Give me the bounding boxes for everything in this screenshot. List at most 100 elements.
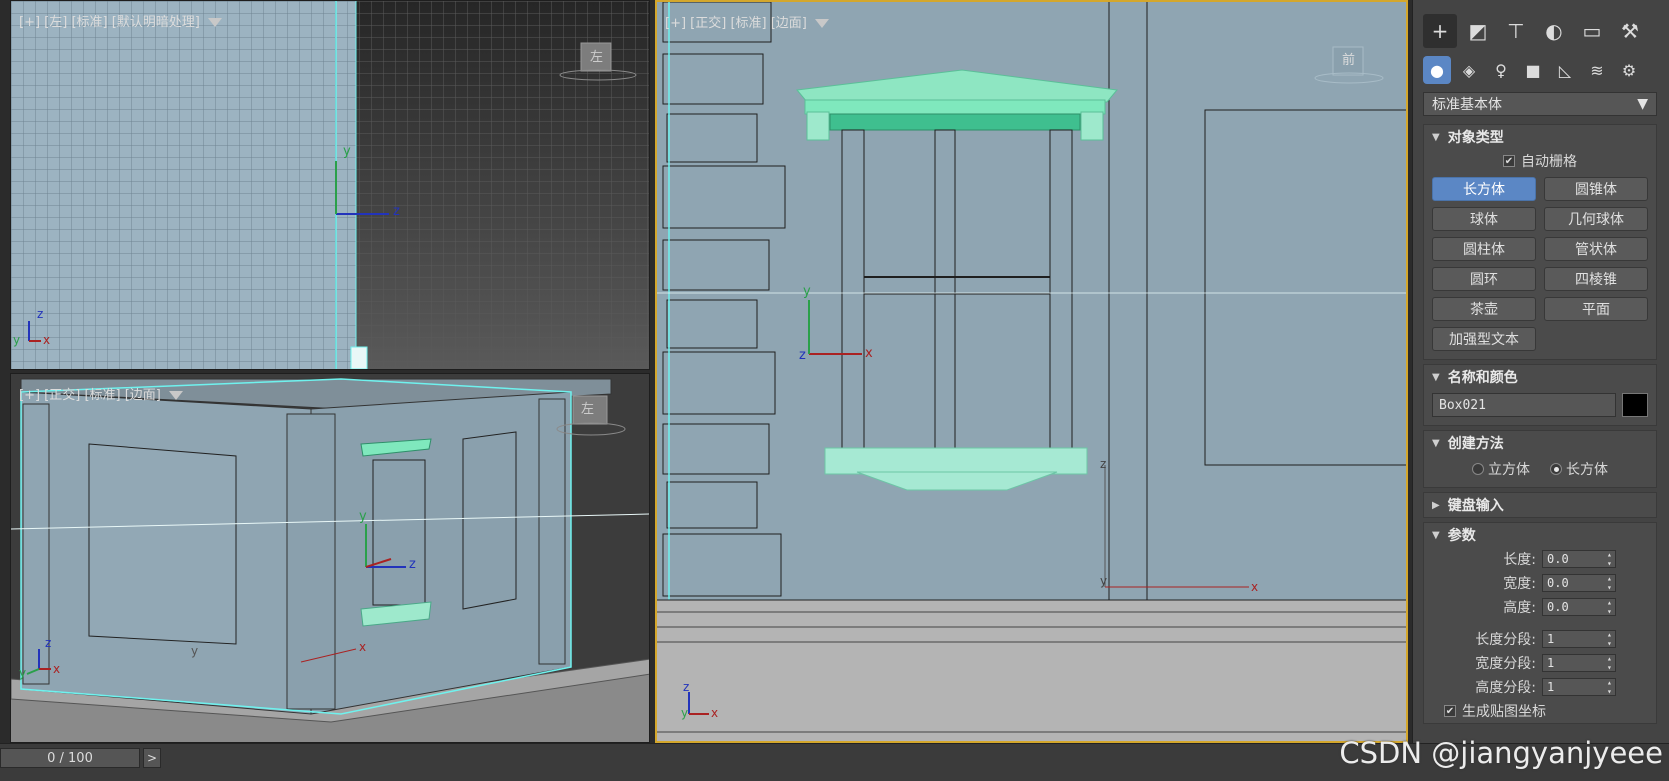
pyramid-button[interactable]: 四棱锥 xyxy=(1544,267,1648,291)
width-row: 宽度: 0.0 xyxy=(1424,571,1656,595)
length-spinner[interactable]: 0.0 xyxy=(1542,550,1616,568)
checkbox-icon[interactable]: ✔ xyxy=(1444,705,1456,717)
corner-axis-x-label: x xyxy=(711,706,719,720)
time-slider[interactable]: 0 / 100 xyxy=(0,748,140,768)
length-segs-spinner[interactable]: 1 xyxy=(1542,630,1616,648)
shapes-icon[interactable]: ◈ xyxy=(1455,56,1483,84)
width-spinner[interactable]: 0.0 xyxy=(1542,574,1616,592)
create-subtabs: ● ◈ ♀ ■ ◺ ≋ ⚙ xyxy=(1413,54,1669,90)
left-viewport-label[interactable]: [+] [左] [标准] [默认明暗处理] xyxy=(19,11,222,30)
lights-icon[interactable]: ♀ xyxy=(1487,56,1515,84)
filter-icon[interactable] xyxy=(814,19,829,28)
object-name-input[interactable] xyxy=(1432,393,1616,417)
viewcube-face-label[interactable]: 左 xyxy=(581,398,594,417)
name-color-header[interactable]: ▼ 名称和颜色 xyxy=(1424,365,1656,389)
gizmo-x-label: x xyxy=(865,346,873,361)
viewcube-face-label[interactable]: 前 xyxy=(1342,49,1355,68)
torus-button[interactable]: 圆环 xyxy=(1432,267,1536,291)
category-dropdown-value: 标准基本体 xyxy=(1432,97,1502,113)
front-viewport-label[interactable]: [+] [正交] [标准] [边面] xyxy=(665,12,829,31)
grid-y-label: y xyxy=(1100,574,1108,588)
height-segs-row: 高度分段: 1 xyxy=(1424,675,1656,699)
gizmo-z-label: z xyxy=(393,204,400,219)
corner-axis-y-label: y xyxy=(681,706,689,720)
category-dropdown[interactable]: 标准基本体 ▼ xyxy=(1423,92,1657,116)
command-panel-tabs: + ◩ ⊤ ◐ ▭ ⚒ xyxy=(1413,0,1669,54)
cone-button[interactable]: 圆锥体 xyxy=(1544,177,1648,201)
creation-method-header[interactable]: ▼ 创建方法 xyxy=(1424,431,1656,455)
cylinder-button[interactable]: 圆柱体 xyxy=(1432,237,1536,261)
systems-icon[interactable]: ⚙ xyxy=(1615,56,1643,84)
grid-x-label: x xyxy=(359,640,367,654)
grid-z-label: z xyxy=(1100,457,1107,471)
gizmo-y-label: y xyxy=(343,144,351,159)
corner-axis-x-label: x xyxy=(43,333,51,347)
corner-axis-z-label: z xyxy=(683,680,690,694)
checkbox-icon[interactable]: ✔ xyxy=(1503,155,1515,167)
front-viewport-canvas xyxy=(657,2,1406,741)
radio-icon[interactable] xyxy=(1472,463,1484,475)
sphere-button[interactable]: 球体 xyxy=(1432,207,1536,231)
cube-radio[interactable]: 立方体 xyxy=(1472,459,1530,479)
teapot-button[interactable]: 茶壶 xyxy=(1432,297,1536,321)
filter-icon[interactable] xyxy=(168,391,183,400)
radio-selected-icon[interactable] xyxy=(1550,463,1562,475)
gen-map-coords-row[interactable]: ✔ 生成贴图坐标 xyxy=(1424,699,1656,723)
filter-icon[interactable] xyxy=(207,18,222,27)
width-segs-spinner[interactable]: 1 xyxy=(1542,654,1616,672)
length-row: 长度: 0.0 xyxy=(1424,547,1656,571)
spacewarps-icon[interactable]: ≋ xyxy=(1583,56,1611,84)
collapse-icon: ▼ xyxy=(1432,371,1440,383)
creation-method-rollout: ▼ 创建方法 立方体 长方体 xyxy=(1423,430,1657,488)
object-type-header[interactable]: ▼ 对象类型 xyxy=(1424,125,1656,149)
height-row: 高度: 0.0 xyxy=(1424,595,1656,619)
grid-x-label: x xyxy=(1251,580,1259,594)
gizmo-y-label: y xyxy=(803,284,811,299)
modify-tab-icon[interactable]: ◩ xyxy=(1461,14,1495,48)
create-tab-icon[interactable]: + xyxy=(1423,14,1457,48)
collapse-icon: ▼ xyxy=(1432,131,1440,143)
textplus-button[interactable]: 加强型文本 xyxy=(1432,327,1536,351)
creation-method-options: 立方体 长方体 xyxy=(1424,455,1656,487)
box-radio[interactable]: 长方体 xyxy=(1550,459,1608,479)
viewcube-face-label[interactable]: 左 xyxy=(590,46,603,65)
watermark: CSDN @jiangyanjyeee xyxy=(1339,736,1663,770)
corner-axis-x-label: x xyxy=(53,662,61,676)
helpers-icon[interactable]: ◺ xyxy=(1551,56,1579,84)
collapse-icon: ▼ xyxy=(1432,529,1440,541)
autogrid-checkbox-row[interactable]: ✔ 自动栅格 xyxy=(1424,149,1656,173)
keyboard-entry-header[interactable]: ▶ 键盘输入 xyxy=(1424,493,1656,517)
height-spinner[interactable]: 0.0 xyxy=(1542,598,1616,616)
box-button[interactable]: 长方体 xyxy=(1432,177,1536,201)
gizmo-z-label: z xyxy=(799,348,806,363)
parameters-header[interactable]: ▼ 参数 xyxy=(1424,523,1656,547)
primitive-button-grid: 长方体 圆锥体 球体 几何球体 圆柱体 管状体 圆环 四棱锥 茶壶 平面 加强型… xyxy=(1424,173,1656,359)
expand-icon: ▶ xyxy=(1432,499,1440,511)
perspective-viewport-label[interactable]: [+] [正交] [标准] [边面] xyxy=(19,384,183,403)
name-row xyxy=(1424,389,1656,425)
height-segs-spinner[interactable]: 1 xyxy=(1542,678,1616,696)
cameras-icon[interactable]: ■ xyxy=(1519,56,1547,84)
left-viewport[interactable]: [+] [左] [标准] [默认明暗处理] y z 左 z y x xyxy=(10,0,650,370)
hierarchy-tab-icon[interactable]: ⊤ xyxy=(1499,14,1533,48)
geosphere-button[interactable]: 几何球体 xyxy=(1544,207,1648,231)
tube-button[interactable]: 管状体 xyxy=(1544,237,1648,261)
object-color-swatch[interactable] xyxy=(1622,393,1648,417)
next-frame-button[interactable]: > xyxy=(143,748,161,768)
motion-tab-icon[interactable]: ◐ xyxy=(1537,14,1571,48)
geometry-icon[interactable]: ● xyxy=(1423,56,1451,84)
plane-button[interactable]: 平面 xyxy=(1544,297,1648,321)
name-color-rollout: ▼ 名称和颜色 xyxy=(1423,364,1657,426)
perspective-viewport[interactable]: [+] [正交] [标准] [边面] 左 z y y x z y x xyxy=(10,373,650,743)
front-viewport[interactable]: [+] [正交] [标准] [边面] 前 y x z z y x z y x xyxy=(655,0,1408,743)
command-panel: + ◩ ⊤ ◐ ▭ ⚒ ● ◈ ♀ ■ ◺ ≋ ⚙ 标准基本体 ▼ ▼ 对象类型 … xyxy=(1412,0,1669,743)
grid-y-label: y xyxy=(191,644,199,658)
utilities-tab-icon[interactable]: ⚒ xyxy=(1613,14,1647,48)
width-segs-row: 宽度分段: 1 xyxy=(1424,651,1656,675)
left-viewport-canvas xyxy=(11,1,649,369)
display-tab-icon[interactable]: ▭ xyxy=(1575,14,1609,48)
collapse-icon: ▼ xyxy=(1432,437,1440,449)
gizmo-y-label: y xyxy=(359,509,367,524)
parameters-rollout: ▼参数 长度:0.0 宽度:0.0 高度:0.0 长度分段:1 宽度分段:1 高… xyxy=(1423,522,1657,724)
perspective-viewport-canvas xyxy=(11,374,649,742)
